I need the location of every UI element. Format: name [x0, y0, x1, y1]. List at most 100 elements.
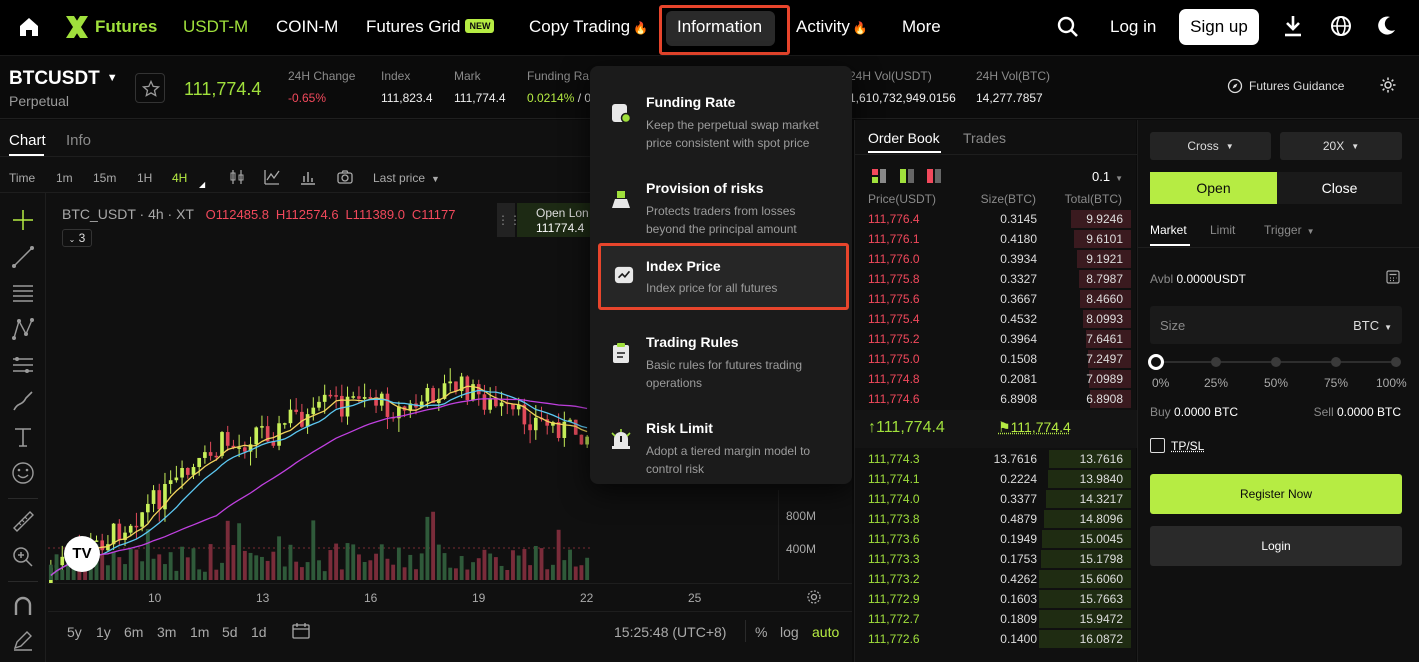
margin-mode-select[interactable]: Cross ▼: [1150, 132, 1271, 160]
tradingview-logo-icon[interactable]: TV: [64, 536, 100, 572]
tab-trades[interactable]: Trades: [963, 130, 1006, 146]
range-1m[interactable]: 1m: [190, 624, 209, 640]
bid-row[interactable]: 111,772.7 0.1809 15.9472: [855, 609, 1137, 629]
candle-type-icon[interactable]: [228, 168, 246, 186]
size-unit-select[interactable]: BTC ▼: [1353, 318, 1392, 333]
range-6m[interactable]: 6m: [124, 624, 143, 640]
scale-auto[interactable]: auto: [812, 624, 839, 640]
timeframe-1h[interactable]: 1H: [137, 171, 152, 185]
tpsl-checkbox[interactable]: [1150, 438, 1165, 453]
timeframe-15m[interactable]: 15m: [93, 171, 116, 185]
projection-icon[interactable]: [10, 352, 36, 378]
register-now-button[interactable]: Register Now: [1150, 474, 1402, 514]
order-type-limit[interactable]: Limit: [1210, 223, 1235, 237]
bid-row[interactable]: 111,774.0 0.3377 14.3217: [855, 489, 1137, 509]
nav-copy-trading[interactable]: Copy Trading 🔥: [529, 17, 648, 37]
zoom-icon[interactable]: [10, 544, 36, 570]
logo-text[interactable]: Futures: [95, 17, 157, 37]
download-icon[interactable]: [1282, 14, 1304, 38]
book-view-asks-icon[interactable]: [927, 169, 941, 183]
brush-icon[interactable]: [10, 388, 36, 414]
settings-gear-icon[interactable]: [1379, 76, 1397, 94]
timeframe-4h[interactable]: 4H: [172, 171, 187, 185]
ask-row[interactable]: 111,775.8 0.3327 8.7987: [855, 269, 1137, 289]
menu-item-funding-rate[interactable]: Funding Rate Keep the perpetual swap mar…: [590, 74, 852, 154]
drag-handle-icon[interactable]: ⋮⋮: [497, 203, 521, 237]
ask-row[interactable]: 111,776.0 0.3934 9.1921: [855, 249, 1137, 269]
slider-mark[interactable]: [1211, 357, 1221, 367]
ask-row[interactable]: 111,775.0 0.1508 7.2497: [855, 349, 1137, 369]
symbol-selector[interactable]: BTCUSDT ▼: [9, 68, 118, 90]
precision-select[interactable]: 0.1 ▼: [1092, 169, 1123, 184]
range-3m[interactable]: 3m: [157, 624, 176, 640]
order-type-market[interactable]: Market: [1150, 223, 1187, 237]
login-button[interactable]: Login: [1150, 526, 1402, 566]
pencil-lock-icon[interactable]: [10, 627, 36, 653]
goto-date-icon[interactable]: [291, 622, 311, 640]
range-1d[interactable]: 1d: [251, 624, 267, 640]
dark-mode-icon[interactable]: [1375, 15, 1397, 37]
search-icon[interactable]: [1057, 16, 1079, 38]
utc-clock[interactable]: 15:25:48 (UTC+8): [614, 624, 726, 640]
indicators-icon[interactable]: [263, 168, 281, 186]
nav-futures-grid[interactable]: Futures Grid NEW: [366, 17, 495, 37]
camera-icon[interactable]: [336, 168, 354, 186]
pattern-icon[interactable]: [10, 316, 36, 342]
book-view-both-icon[interactable]: [872, 169, 886, 183]
scale-percent[interactable]: %: [755, 624, 767, 640]
menu-item-trading-rules[interactable]: Trading Rules Basic rules for futures tr…: [590, 314, 852, 394]
range-5d[interactable]: 5d: [222, 624, 238, 640]
compare-icon[interactable]: [299, 168, 317, 186]
signup-button[interactable]: Sign up: [1179, 9, 1259, 45]
nav-usdt-m[interactable]: USDT-M: [183, 17, 248, 37]
favorite-button[interactable]: [135, 73, 165, 103]
fib-icon[interactable]: [10, 280, 36, 306]
slider-mark[interactable]: [1271, 357, 1281, 367]
tab-info[interactable]: Info: [66, 132, 91, 149]
timeframe-1m[interactable]: 1m: [56, 171, 73, 185]
trendline-icon[interactable]: [10, 244, 36, 270]
bid-row[interactable]: 111,773.6 0.1949 15.0045: [855, 529, 1137, 549]
xt-logo-icon[interactable]: [64, 14, 90, 40]
menu-item-risk-limit[interactable]: Risk Limit Adopt a tiered margin model t…: [590, 400, 852, 480]
ruler-icon[interactable]: [10, 508, 36, 534]
magnet-icon[interactable]: [10, 593, 36, 619]
login-link[interactable]: Log in: [1110, 17, 1156, 37]
bid-row[interactable]: 111,773.3 0.1753 15.1798: [855, 549, 1137, 569]
chart-settings-icon[interactable]: [806, 589, 822, 605]
size-slider-thumb[interactable]: [1148, 354, 1164, 370]
bid-row[interactable]: 111,774.3 13.7616 13.7616: [855, 449, 1137, 469]
emoji-icon[interactable]: [10, 460, 36, 486]
ask-row[interactable]: 111,776.4 0.3145 9.9246: [855, 209, 1137, 229]
candlestick-plot[interactable]: [48, 238, 590, 583]
text-tool-icon[interactable]: [10, 424, 36, 450]
open-tab-button[interactable]: Open: [1150, 172, 1277, 204]
close-tab-button[interactable]: Close: [1277, 172, 1402, 204]
range-1y[interactable]: 1y: [96, 624, 111, 640]
open-long-button[interactable]: Open Lon 111774.4: [517, 203, 592, 237]
slider-mark[interactable]: [1331, 357, 1341, 367]
ask-row[interactable]: 111,775.2 0.3964 7.6461: [855, 329, 1137, 349]
crosshair-icon[interactable]: [10, 207, 36, 233]
home-icon[interactable]: [17, 15, 41, 39]
size-input[interactable]: Size BTC ▼: [1150, 306, 1402, 344]
tab-chart[interactable]: Chart: [9, 132, 46, 149]
bid-row[interactable]: 111,773.2 0.4262 15.6060: [855, 569, 1137, 589]
globe-icon[interactable]: [1330, 15, 1352, 37]
order-type-trigger[interactable]: Trigger ▼: [1264, 223, 1315, 237]
range-5y[interactable]: 5y: [67, 624, 82, 640]
calculator-icon[interactable]: [1386, 270, 1400, 284]
nav-coin-m[interactable]: COIN-M: [276, 17, 338, 37]
slider-mark[interactable]: [1391, 357, 1401, 367]
bid-row[interactable]: 111,772.9 0.1603 15.7663: [855, 589, 1137, 609]
price-source-select[interactable]: Last price ▼: [373, 171, 440, 185]
mark-price[interactable]: ⚑111,774.4: [998, 419, 1071, 436]
menu-item-index-price[interactable]: Index Price Index price for all futures: [598, 243, 849, 310]
book-view-bids-icon[interactable]: [900, 169, 914, 183]
futures-guidance-link[interactable]: Futures Guidance: [1227, 78, 1344, 94]
bid-row[interactable]: 111,774.1 0.2224 13.9840: [855, 469, 1137, 489]
ask-row[interactable]: 111,774.8 0.2081 7.0989: [855, 369, 1137, 389]
bid-row[interactable]: 111,773.8 0.4879 14.8096: [855, 509, 1137, 529]
leverage-select[interactable]: 20X ▼: [1280, 132, 1402, 160]
ask-row[interactable]: 111,776.1 0.4180 9.6101: [855, 229, 1137, 249]
